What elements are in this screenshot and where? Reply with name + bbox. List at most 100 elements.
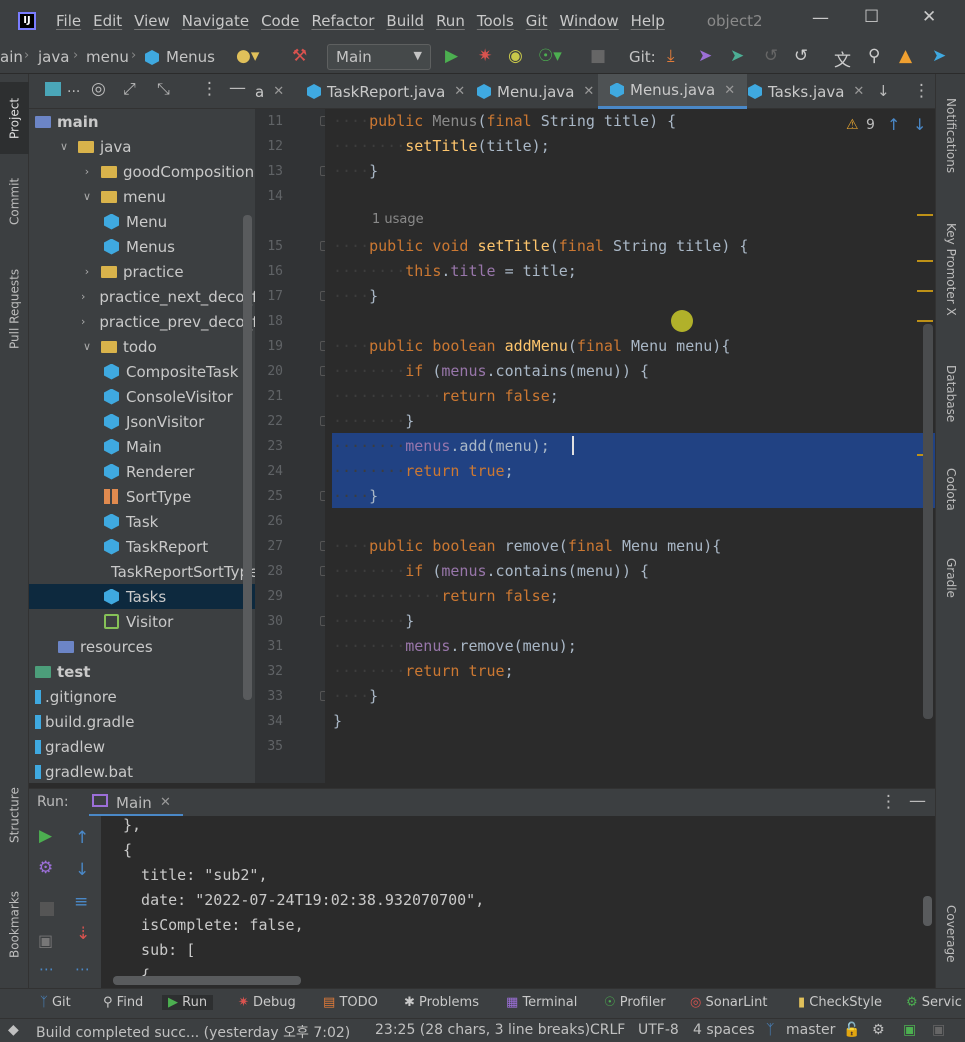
line-number[interactable]: 22 [255, 414, 283, 429]
tab-truncated[interactable]: a ✕ [255, 74, 293, 109]
tab-list-icon[interactable]: ↓ [877, 82, 890, 100]
menu-tools[interactable]: Tools [477, 12, 514, 30]
collapse-all-icon[interactable]: ⤡ [157, 79, 170, 99]
chevron-down-icon[interactable]: ∨ [58, 140, 70, 153]
codota-icon[interactable]: ▣ [903, 1022, 916, 1038]
tab-pull-requests[interactable]: Pull Requests [0, 254, 29, 364]
tree-item-main[interactable]: main [29, 109, 255, 134]
git-branch[interactable]: master [786, 1022, 835, 1038]
line-number[interactable]: 20 [255, 364, 283, 379]
menu-git[interactable]: Git [526, 12, 548, 30]
translate-icon[interactable]: 文 [834, 46, 851, 71]
project-view-icon[interactable] [45, 82, 61, 96]
error-stripe-mark[interactable] [917, 214, 933, 216]
line-number[interactable]: 29 [255, 589, 283, 604]
line-separator[interactable]: CRLF [590, 1022, 625, 1038]
menu-view[interactable]: View [134, 12, 170, 30]
scroll-up-icon[interactable]: ↑ [75, 828, 89, 848]
chevron-right-icon[interactable]: › [81, 290, 85, 303]
tw-todo[interactable]: ▤ TODO [323, 995, 378, 1010]
warning-icon[interactable]: ⚠ [846, 117, 859, 133]
hide-panel-icon[interactable]: — [909, 791, 926, 811]
rollback-icon[interactable]: ↺ [794, 46, 808, 66]
chevron-down-icon[interactable]: ∨ [81, 340, 93, 353]
stop-icon[interactable] [40, 902, 54, 916]
hide-panel-icon[interactable]: — [229, 78, 246, 98]
tw-sonarlint[interactable]: ◎ SonarLint [690, 995, 767, 1010]
indent-setting[interactable]: 4 spaces [693, 1022, 755, 1038]
tab-bookmarks[interactable]: Bookmarks [0, 879, 29, 969]
tw-run[interactable]: ▶ Run [162, 995, 214, 1010]
tw-terminal[interactable]: ▦ Terminal [506, 995, 577, 1010]
line-number[interactable]: 32 [255, 664, 283, 679]
status-toggle-icon[interactable]: ◆ [8, 1022, 19, 1038]
tab-codota[interactable]: Codota [936, 454, 965, 524]
next-highlight-icon[interactable]: ↓ [913, 115, 926, 134]
tree-item-tasks[interactable]: Tasks [29, 584, 255, 609]
tab-database[interactable]: Database [936, 354, 965, 434]
error-stripe-mark[interactable] [917, 260, 933, 262]
line-number[interactable]: 31 [255, 639, 283, 654]
breadcrumb-java[interactable]: java [38, 48, 69, 66]
chevron-right-icon[interactable]: › [81, 165, 93, 178]
camera-icon[interactable]: ▣ [38, 931, 53, 950]
close-icon[interactable]: ✕ [160, 795, 171, 810]
tree-item-renderer[interactable]: Renderer [29, 459, 255, 484]
tab-gradle[interactable]: Gradle [936, 546, 965, 610]
tree-item-build-gradle[interactable]: build.gradle [29, 709, 255, 734]
tw-profiler[interactable]: ☉ Profiler [604, 995, 666, 1010]
breadcrumb-menus[interactable]: Menus [166, 48, 215, 66]
run-tab-main[interactable]: Main [116, 794, 152, 812]
tree-item-menu[interactable]: ∨ menu [29, 184, 255, 209]
editor-scrollbar[interactable] [923, 324, 933, 719]
tw-checkstyle[interactable]: ▮ CheckStyle [798, 995, 882, 1010]
line-number[interactable]: 16 [255, 264, 283, 279]
console-output[interactable]: }, { title: "sub2", date: "2022-07-24T19… [101, 816, 935, 988]
line-number[interactable]: 13 [255, 164, 283, 179]
usage-hint[interactable]: 1 usage [372, 212, 424, 227]
error-stripe-mark[interactable] [917, 320, 933, 322]
menu-window[interactable]: Window [559, 12, 618, 30]
update-icon[interactable]: ▲ [899, 46, 912, 66]
git-update-icon[interactable]: ⤓ [667, 46, 675, 66]
chevron-down-icon[interactable]: ∨ [81, 190, 93, 203]
tab-notifications[interactable]: Notifications [936, 86, 965, 186]
tree-item-taskreportsorttype[interactable]: TaskReportSortType [29, 559, 255, 584]
tree-item-goodcomposition[interactable]: › goodComposition [29, 159, 255, 184]
menu-refactor[interactable]: Refactor [311, 12, 374, 30]
tree-item-resources[interactable]: resources [29, 634, 255, 659]
tab-menu[interactable]: Menu.java ✕ [477, 74, 594, 109]
line-number[interactable]: 19 [255, 339, 283, 354]
line-number[interactable]: 25 [255, 489, 283, 504]
tree-item-task[interactable]: Task [29, 509, 255, 534]
line-number[interactable]: 23 [255, 439, 283, 454]
line-number[interactable]: 11 [255, 114, 283, 129]
line-number[interactable]: 14 [255, 189, 283, 204]
inspection-icon[interactable]: ⚙ [872, 1022, 885, 1038]
history-icon[interactable]: ↺ [764, 46, 778, 66]
tab-structure[interactable]: Structure [0, 774, 29, 856]
git-push-icon[interactable]: ➤ [698, 46, 712, 66]
tab-commit[interactable]: Commit [0, 166, 29, 236]
tw-git[interactable]: ᛉ Git [40, 995, 71, 1010]
stop-icon[interactable]: ■ [590, 46, 606, 66]
line-number[interactable]: 33 [255, 689, 283, 704]
rerun-icon[interactable]: ▶ [39, 826, 52, 846]
line-number[interactable]: 30 [255, 614, 283, 629]
tw-debug[interactable]: ✷ Debug [238, 995, 296, 1010]
line-number[interactable]: 34 [255, 714, 283, 729]
line-number[interactable]: 35 [255, 739, 283, 754]
tw-find[interactable]: ⚲ Find [103, 995, 143, 1010]
line-number[interactable]: 17 [255, 289, 283, 304]
more-icon[interactable]: ⋯ [39, 960, 54, 978]
console-hscrollbar[interactable] [113, 976, 301, 985]
console-vscrollbar[interactable] [923, 896, 932, 926]
menu-build[interactable]: Build [386, 12, 424, 30]
menu-file[interactable]: File [56, 12, 81, 30]
line-number[interactable]: 18 [255, 314, 283, 329]
options-icon[interactable]: ⋮ [201, 79, 218, 99]
expand-all-icon[interactable]: ⤢ [123, 79, 136, 99]
chevron-right-icon[interactable]: › [81, 315, 85, 328]
caret-position[interactable]: 23:25 (28 chars, 3 line breaks) [375, 1022, 590, 1038]
close-icon[interactable]: ✕ [853, 84, 864, 99]
